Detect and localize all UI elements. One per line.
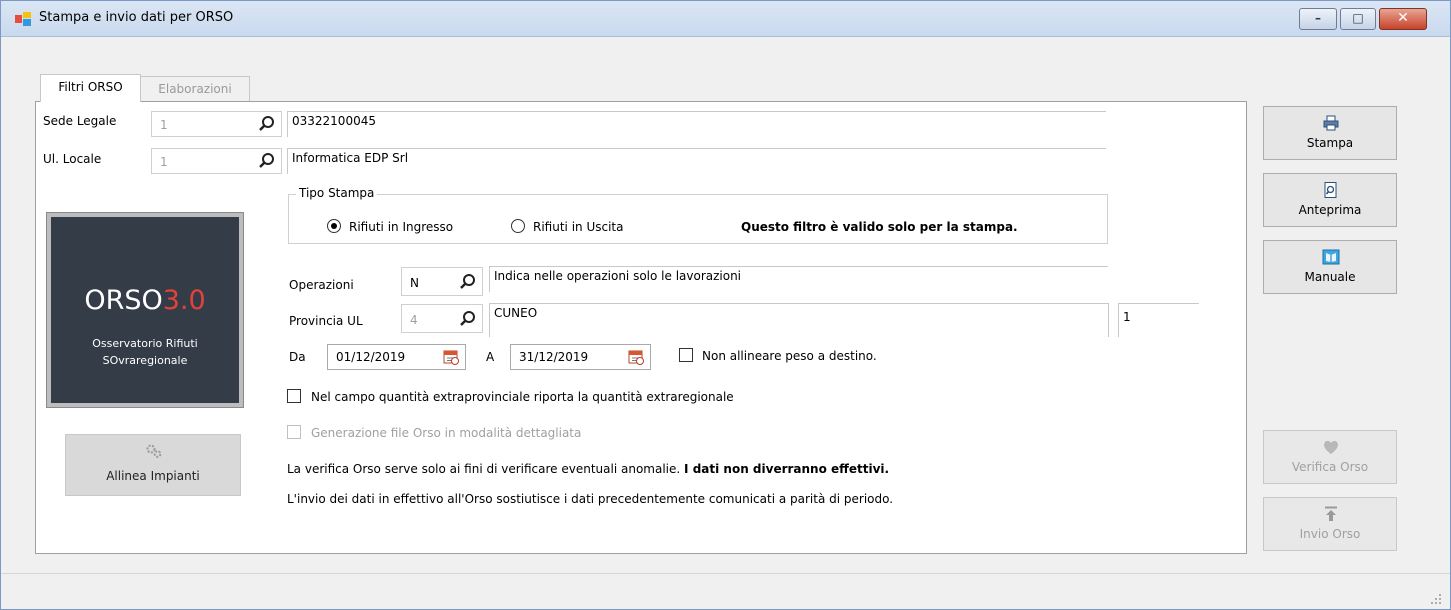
upload-icon [1325, 506, 1337, 521]
stampa-button[interactable]: Stampa [1263, 106, 1397, 160]
logo-name: ORSO [84, 285, 163, 316]
minimize-button[interactable]: – [1299, 8, 1337, 30]
gears-icon [146, 444, 162, 458]
ul-locale-description: Informatica EDP Srl [287, 148, 1106, 174]
manuale-button[interactable]: Manuale [1263, 240, 1397, 294]
window-title: Stampa e invio dati per ORSO [39, 10, 234, 25]
resize-grip-icon[interactable] [1430, 593, 1442, 605]
main-window: Stampa e invio dati per ORSO – □ ✕ Filtr… [0, 0, 1451, 610]
non-allineare-checkbox[interactable] [679, 348, 693, 362]
tab-elaborazioni[interactable]: Elaborazioni [140, 76, 250, 102]
tipo-stampa-note: Questo filtro è valido solo per la stamp… [741, 220, 1018, 234]
radio-rifiuti-ingresso[interactable] [327, 219, 341, 233]
extraprovinciale-checkbox[interactable] [287, 389, 301, 403]
info-line-1: La verifica Orso serve solo ai fini di v… [287, 462, 889, 476]
operazioni-description: Indica nelle operazioni solo le lavorazi… [489, 266, 1108, 292]
app-icon [15, 12, 31, 26]
logo-subtitle-2: SOvraregionale [102, 354, 188, 367]
tab-filtri-orso[interactable]: Filtri ORSO [40, 74, 141, 102]
invio-orso-button: Invio Orso [1263, 497, 1397, 551]
calendar-icon[interactable] [628, 349, 644, 365]
orso-logo: ORSO3.0 Osservatorio Rifiuti SOvraregion… [47, 213, 243, 407]
info-line-1-bold: I dati non diverranno effettivi. [684, 462, 890, 476]
title-bar[interactable]: Stampa e invio dati per ORSO – □ ✕ [1, 1, 1450, 37]
radio-rifiuti-uscita[interactable] [511, 219, 525, 233]
book-icon [1322, 249, 1340, 265]
info-line-1-text: La verifica Orso serve solo ai fini di v… [287, 462, 681, 476]
tipo-stampa-title: Tipo Stampa [296, 186, 378, 200]
search-icon[interactable] [258, 152, 276, 170]
dettagliata-checkbox [287, 425, 301, 439]
provincia-label: Provincia UL [289, 314, 363, 328]
extraprovinciale-label[interactable]: Nel campo quantità extraprovinciale ripo… [311, 390, 734, 404]
search-icon[interactable] [459, 273, 477, 291]
preview-icon [1324, 182, 1337, 198]
date-to-label: A [486, 350, 495, 364]
logo-version: 3.0 [162, 285, 206, 316]
logo-subtitle-1: Osservatorio Rifiuti [92, 337, 198, 350]
provincia-extra-field: 1 [1118, 303, 1199, 337]
manuale-label: Manuale [1304, 270, 1356, 284]
heart-icon [1324, 440, 1338, 454]
sede-legale-label: Sede Legale [43, 114, 117, 128]
info-line-2: L'invio dei dati in effettivo all'Orso s… [287, 492, 894, 506]
printer-icon [1323, 115, 1339, 131]
date-from-label: Da [289, 350, 306, 364]
verifica-orso-button: Verifica Orso [1263, 430, 1397, 484]
allinea-impianti-label: Allinea Impianti [106, 469, 200, 483]
verifica-orso-label: Verifica Orso [1291, 460, 1369, 474]
minimize-icon: – [1315, 11, 1321, 25]
calendar-icon[interactable] [443, 349, 459, 365]
anteprima-label: Anteprima [1298, 203, 1362, 217]
dettagliata-label: Generazione file Orso in modalità dettag… [311, 426, 582, 440]
ul-locale-label: Ul. Locale [43, 152, 102, 166]
provincia-description: CUNEO [489, 303, 1109, 337]
anteprima-button[interactable]: Anteprima [1263, 173, 1397, 227]
tipo-stampa-group [288, 194, 1108, 244]
operazioni-label: Operazioni [289, 278, 354, 292]
search-icon[interactable] [258, 115, 276, 133]
maximize-button[interactable]: □ [1340, 8, 1376, 30]
close-icon: ✕ [1397, 10, 1409, 26]
sede-legale-description: 03322100045 [287, 111, 1106, 137]
status-bar [1, 573, 1450, 609]
maximize-icon: □ [1352, 11, 1364, 25]
radio-rifiuti-uscita-label[interactable]: Rifiuti in Uscita [533, 220, 623, 234]
radio-rifiuti-ingresso-label[interactable]: Rifiuti in Ingresso [349, 220, 453, 234]
invio-orso-label: Invio Orso [1299, 527, 1361, 541]
close-button[interactable]: ✕ [1379, 8, 1427, 30]
non-allineare-label[interactable]: Non allineare peso a destino. [702, 349, 877, 363]
stampa-label: Stampa [1306, 136, 1354, 150]
allinea-impianti-button[interactable]: Allinea Impianti [65, 434, 241, 496]
search-icon[interactable] [459, 310, 477, 328]
